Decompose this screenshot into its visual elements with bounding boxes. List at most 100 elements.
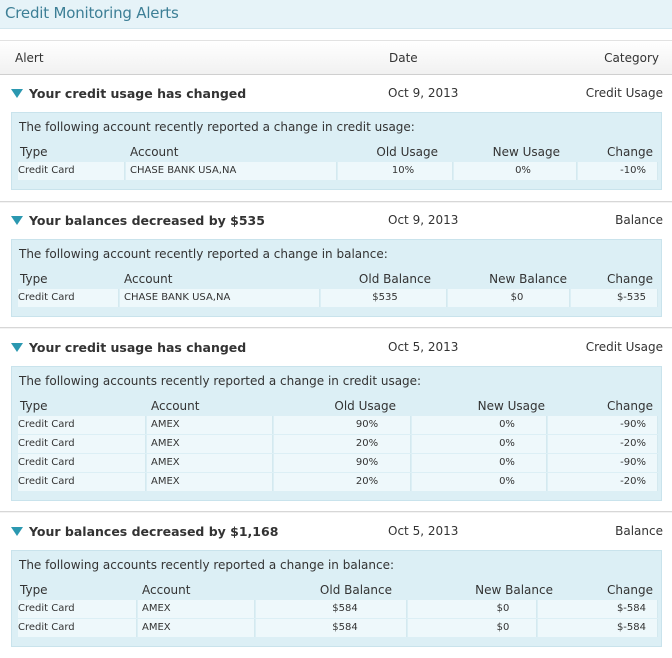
alert-detail-panel: The following accounts recently reported…: [11, 366, 662, 501]
table-row: Credit Card AMEX 20% 0% -20%: [18, 435, 659, 454]
alert-title[interactable]: Your credit usage has changed: [29, 340, 246, 355]
alert-category: Balance: [615, 524, 663, 538]
page-title: Credit Monitoring Alerts: [5, 4, 179, 22]
table-cell: [274, 454, 411, 472]
column-date[interactable]: Date: [389, 51, 418, 65]
detail-column-header: Type: [20, 399, 48, 413]
table-cell-text: $584: [332, 603, 358, 614]
alert-category: Balance: [615, 213, 663, 227]
table-cell-text: $0: [510, 292, 524, 303]
expand-triangle-icon[interactable]: [11, 89, 23, 98]
alert-date: Oct 9, 2013: [388, 86, 459, 100]
table-cell-text: 20%: [355, 438, 379, 449]
alert-row[interactable]: Your credit usage has changed Oct 5, 2013…: [0, 333, 672, 363]
alert-title[interactable]: Your balances decreased by $535: [29, 213, 265, 228]
table-cell: [412, 473, 547, 491]
table-cell-text: -90%: [620, 419, 646, 430]
alert-category: Credit Usage: [585, 86, 663, 100]
detail-column-header: Old Balance: [358, 272, 431, 286]
detail-description: The following account recently reported …: [19, 120, 415, 134]
alert-detail-panel: The following account recently reported …: [11, 112, 662, 190]
alert-date: Oct 5, 2013: [388, 524, 459, 538]
table-cell-text: CHASE BANK USA,NA: [130, 165, 237, 176]
alert-title[interactable]: Your balances decreased by $1,168: [29, 524, 278, 539]
table-cell-text: -20%: [620, 476, 646, 487]
table-cell-text: 20%: [355, 476, 379, 487]
alert-category: Credit Usage: [585, 340, 663, 354]
table-cell-text: 90%: [355, 457, 379, 468]
detail-column-header: Account: [124, 272, 173, 286]
detail-column-header: Type: [20, 583, 48, 597]
table-cell-text: 0%: [499, 438, 515, 449]
table-cell-text: AMEX: [142, 603, 171, 614]
table-cell: [578, 162, 658, 180]
table-cell-text: 10%: [391, 165, 415, 176]
alert-separator: [0, 327, 672, 329]
table-cell: [274, 473, 411, 491]
table-row: Credit Card AMEX 20% 0% -20%: [18, 473, 659, 492]
table-cell-text: AMEX: [151, 438, 180, 449]
alert-detail-panel: The following accounts recently reported…: [11, 550, 662, 647]
detail-column-header: New Usage: [477, 399, 545, 413]
table-cell: [412, 454, 547, 472]
detail-column-header: New Balance: [489, 272, 567, 286]
detail-column-header: Old Usage: [334, 399, 396, 413]
title-bar: Credit Monitoring Alerts: [0, 0, 672, 29]
table-cell-text: $-584: [616, 622, 646, 633]
alert-date: Oct 9, 2013: [388, 213, 459, 227]
alert-detail-panel: The following account recently reported …: [11, 239, 662, 317]
table-row: Credit Card AMEX 90% 0% -90%: [18, 416, 659, 435]
table-cell-text: AMEX: [151, 419, 180, 430]
table-cell: [412, 416, 547, 434]
alert-row[interactable]: Your credit usage has changed Oct 9, 2013…: [0, 79, 672, 109]
detail-column-header: Change: [607, 583, 653, 597]
table-cell-text: 0%: [499, 457, 515, 468]
detail-column-header: Account: [151, 399, 200, 413]
table-cell-text: AMEX: [151, 476, 180, 487]
table-row: Credit Card AMEX $584 $0 $-584: [18, 619, 659, 638]
detail-column-header: Change: [607, 145, 653, 159]
table-cell-text: AMEX: [151, 457, 180, 468]
detail-column-header: New Usage: [492, 145, 560, 159]
table-cell-text: Credit Card: [18, 476, 75, 487]
alert-separator: [0, 201, 672, 203]
table-cell-text: Credit Card: [18, 292, 75, 303]
alert-row[interactable]: Your balances decreased by $535 Oct 9, 20…: [0, 206, 672, 236]
alert-separator: [0, 511, 672, 513]
table-cell-text: Credit Card: [18, 419, 75, 430]
table-cell-text: Credit Card: [18, 457, 75, 468]
column-category[interactable]: Category: [604, 51, 659, 65]
detail-column-header: Old Usage: [376, 145, 438, 159]
detail-column-header: Account: [130, 145, 179, 159]
table-cell-text: Credit Card: [18, 622, 75, 633]
table-cell-text: Credit Card: [18, 603, 75, 614]
alert-date: Oct 5, 2013: [388, 340, 459, 354]
table-cell-text: 90%: [355, 419, 379, 430]
table-cell: [274, 435, 411, 453]
table-cell-text: AMEX: [142, 622, 171, 633]
table-cell-text: $-535: [616, 292, 646, 303]
table-cell-text: 0%: [515, 165, 531, 176]
table-cell-text: 0%: [499, 419, 515, 430]
table-row: Credit Card AMEX $584 $0 $-584: [18, 600, 659, 619]
detail-column-header: New Balance: [475, 583, 553, 597]
alert-row[interactable]: Your balances decreased by $1,168 Oct 5, …: [0, 517, 672, 547]
expand-triangle-icon[interactable]: [11, 216, 23, 225]
detail-description: The following accounts recently reported…: [19, 558, 395, 572]
alert-title[interactable]: Your credit usage has changed: [29, 86, 246, 101]
table-cell-text: $0: [496, 622, 510, 633]
table-cell-text: -90%: [620, 457, 646, 468]
table-cell-text: $535: [372, 292, 398, 303]
detail-description: The following account recently reported …: [19, 247, 388, 261]
expand-triangle-icon[interactable]: [11, 343, 23, 352]
table-row: Credit Card AMEX 90% 0% -90%: [18, 454, 659, 473]
table-cell-text: $0: [496, 603, 510, 614]
table-row: Credit Card CHASE BANK USA,NA $535 $0 $-535: [18, 289, 659, 308]
column-alert[interactable]: Alert: [15, 51, 44, 65]
table-cell: [274, 416, 411, 434]
detail-column-header: Change: [607, 399, 653, 413]
table-cell-text: CHASE BANK USA,NA: [124, 292, 231, 303]
detail-column-header: Account: [142, 583, 191, 597]
detail-column-header: Change: [607, 272, 653, 286]
expand-triangle-icon[interactable]: [11, 527, 23, 536]
